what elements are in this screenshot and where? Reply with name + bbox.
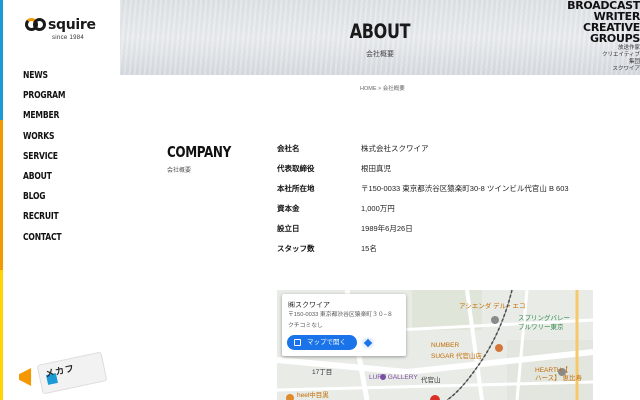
info-value: 根田真児 (361, 164, 391, 173)
squire-logo[interactable]: squire (25, 16, 96, 34)
directions-button[interactable] (362, 337, 374, 349)
page-subtitle: 会社概要 (366, 51, 394, 58)
info-key: 会社名 (277, 144, 300, 153)
map-place-label: LURF GALLERY (369, 374, 418, 381)
map-place-label: ブルワリー東京 (518, 324, 564, 331)
info-value: 〒150-0033 東京都渋谷区猿楽町30-8 ツインビル代官山 B 603 (361, 184, 569, 193)
map-place-label: ハース】 恵比寿 (535, 375, 582, 382)
breadcrumb[interactable]: HOME > 会社概要 (360, 84, 405, 92)
map-place-label: アシエンダ デル・エコ (459, 303, 526, 310)
map-place-label: 17丁目 (312, 369, 333, 376)
info-key: スタッフ数 (277, 244, 315, 253)
map-place-label: heel中目黒 (297, 392, 329, 399)
info-value: 株式会社スクワイア (361, 144, 429, 153)
directions-icon (363, 338, 373, 348)
external-link-icon (294, 339, 301, 346)
map-place-label: 代官山 (421, 377, 441, 384)
mekafun-banner[interactable]: メカフ (17, 350, 109, 396)
info-key: 資本金 (277, 204, 300, 213)
brand-tagline: BROADCAST WRITER CREATIVE GROUPS 放送作家 クリ… (567, 0, 640, 73)
section-subtitle: 会社概要 (167, 168, 192, 174)
map-info-card: ㈱スクワイア 〒150-0033 東京都渋谷区猿楽町３０−８ クチコミなし マッ… (282, 294, 406, 356)
open-in-maps-button[interactable]: マップで開く (287, 335, 357, 350)
nav-item-contact[interactable]: CONTACT (23, 231, 65, 254)
map-place-label: NUMBER (431, 342, 460, 349)
tagline-jp: スクワイア (612, 66, 640, 72)
logo-since: since 1984 (52, 35, 85, 41)
info-key: 代表取締役 (277, 164, 315, 173)
tagline-jp: 集団 (628, 59, 640, 65)
map-address-line: 〒150-0033 東京都渋谷区猿楽町３０−８ (288, 312, 393, 318)
logo-text: squire (48, 17, 96, 33)
map-place-address: 〒150-0033 東京都渋谷区猿楽町３０−８ クチコミなし (288, 310, 403, 332)
info-key: 本社所在地 (277, 184, 315, 193)
main-nav: NEWS PROGRAM MEMBER WORKS SERVICE ABOUT … (23, 69, 65, 251)
logo-mark-icon (25, 16, 46, 34)
info-value: 1989年6月26日 (361, 224, 413, 233)
tagline-jp: クリエイティブ (601, 52, 640, 58)
sidebar: squire since 1984 NEWS PROGRAM MEMBER WO… (3, 0, 120, 400)
map-place-label: SUGAR 代官山店 (431, 353, 482, 360)
tagline-line: GROUPS (590, 32, 640, 45)
section-title: COMPANY (167, 143, 231, 161)
page-title: ABOUT (349, 20, 411, 43)
tagline-jp: 放送作家 (617, 45, 640, 51)
page-header-banner: ABOUT 会社概要 BROADCAST WRITER CREATIVE GRO… (120, 0, 640, 75)
map-reviews-text: クチコミなし (288, 323, 323, 329)
info-value: 15名 (361, 244, 377, 253)
info-value: 1,000万円 (361, 204, 395, 213)
info-key: 設立日 (277, 224, 300, 233)
map-place-name: ㈱スクワイア (288, 302, 330, 309)
open-in-maps-label: マップで開く (307, 339, 346, 346)
